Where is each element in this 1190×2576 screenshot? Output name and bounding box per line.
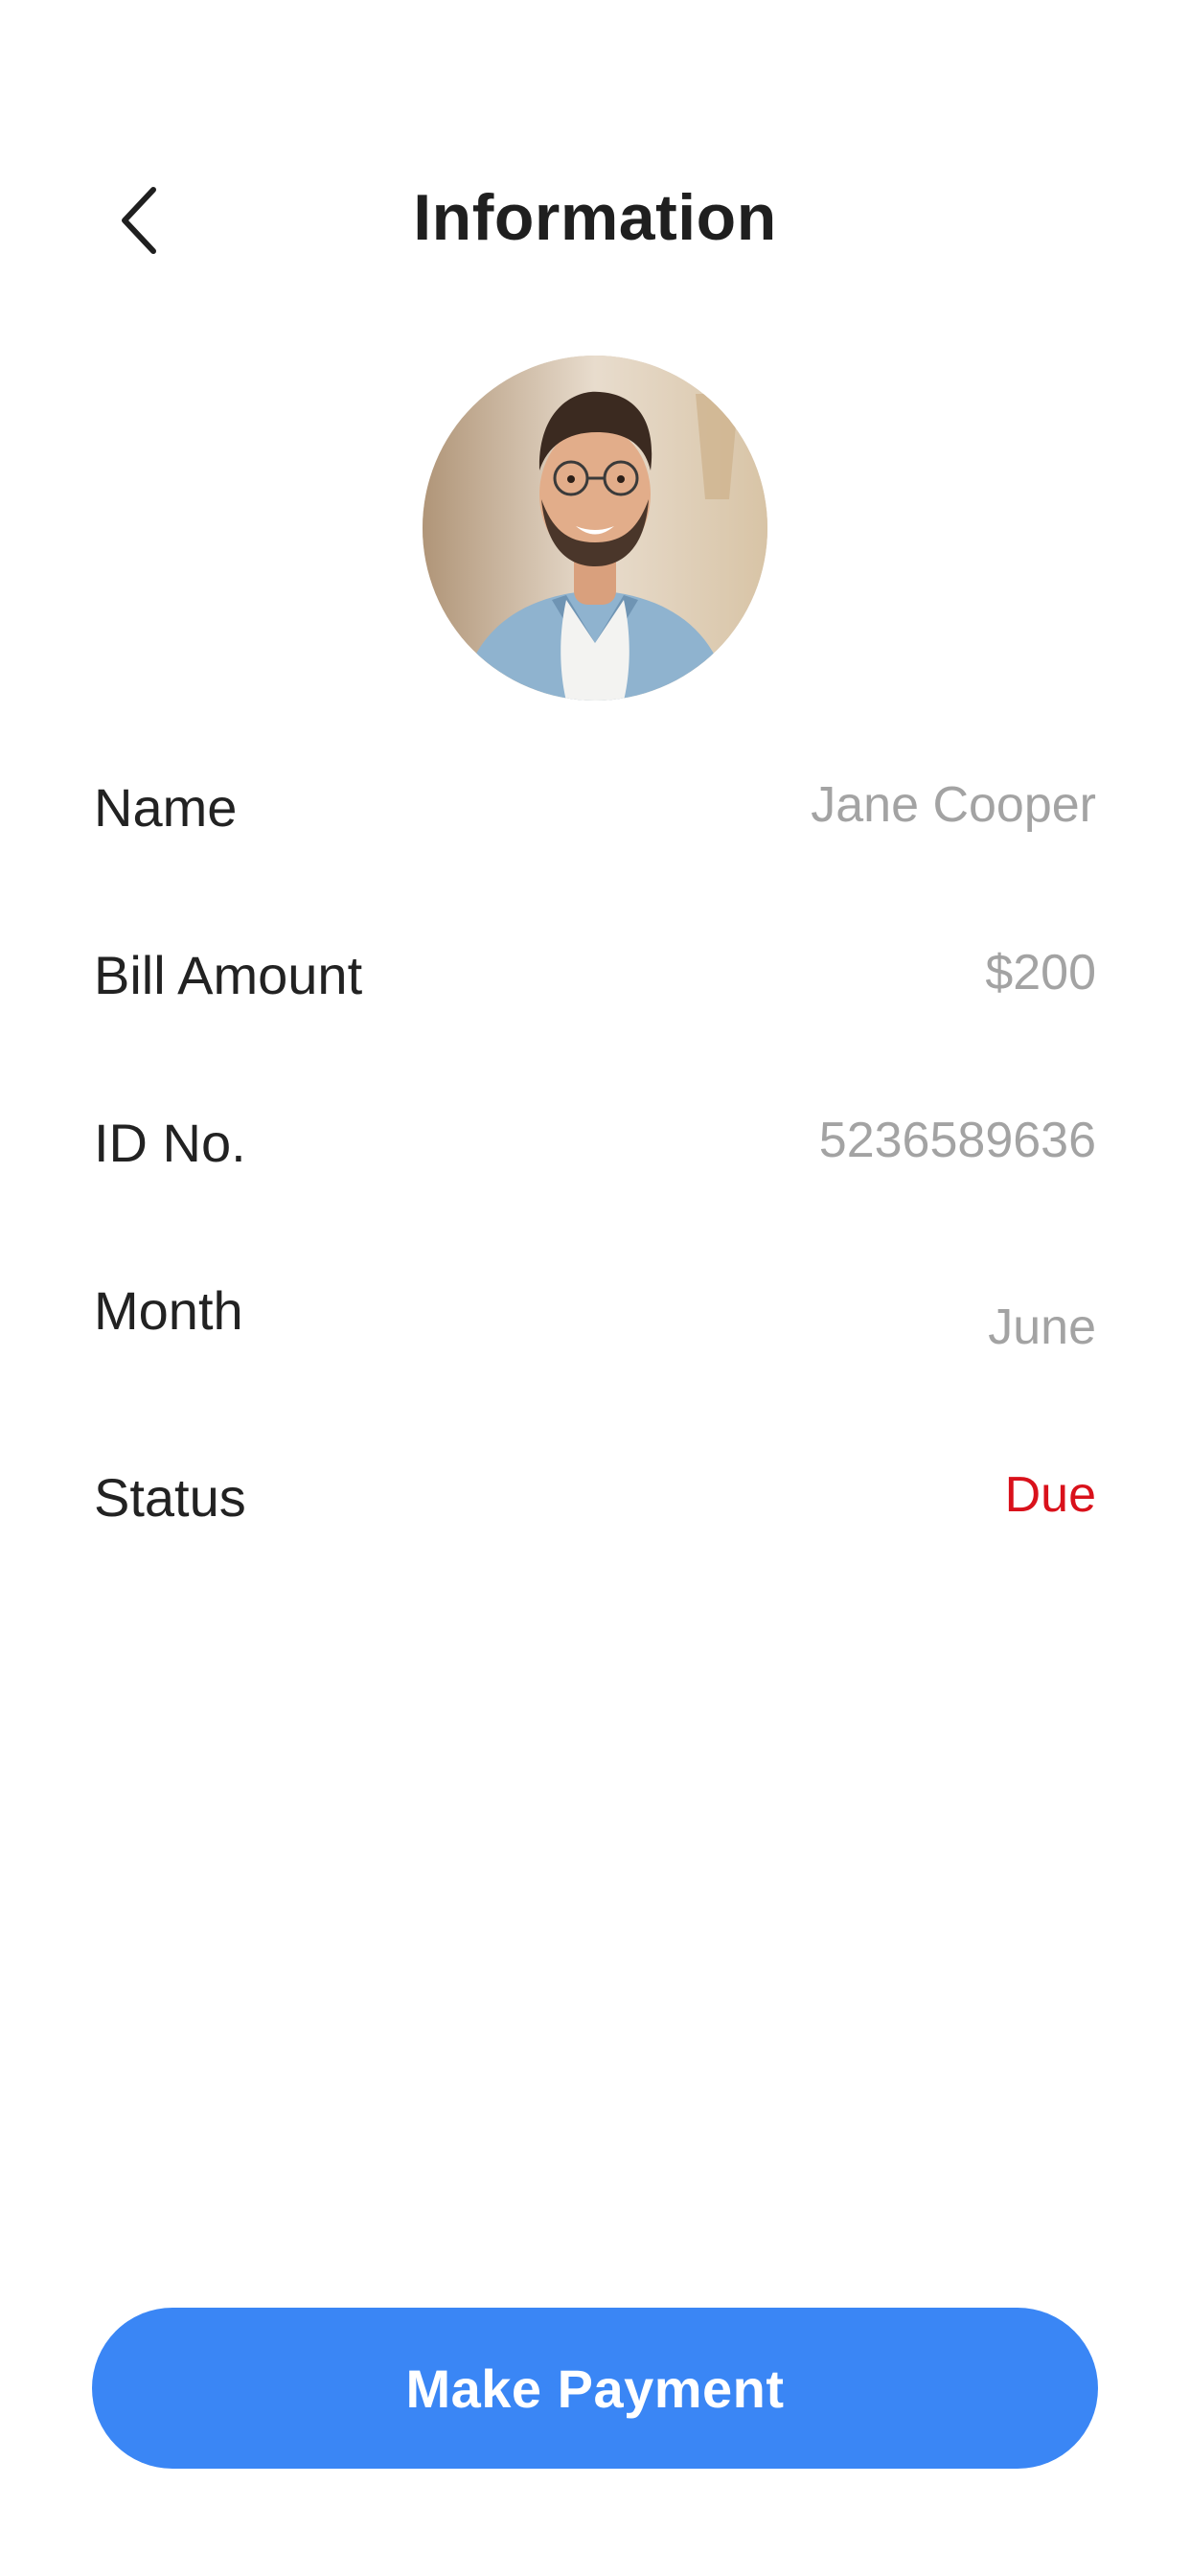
make-payment-button[interactable]: Make Payment xyxy=(92,2308,1098,2469)
id-no-value: 5236589636 xyxy=(818,1113,1096,1168)
month-label: Month xyxy=(94,1280,243,1341)
info-row-status: Status Due xyxy=(94,1466,1096,1572)
id-no-label: ID No. xyxy=(94,1113,246,1173)
name-value: Jane Cooper xyxy=(811,777,1096,833)
page-title: Information xyxy=(413,181,777,254)
profile-photo xyxy=(423,356,767,701)
status-label: Status xyxy=(94,1467,246,1528)
name-label: Name xyxy=(94,777,238,838)
month-value: June xyxy=(988,1300,1096,1355)
bill-amount-value: $200 xyxy=(985,945,1096,1000)
status-value: Due xyxy=(1004,1467,1096,1523)
info-row-bill-amount: Bill Amount $200 xyxy=(94,944,1096,1049)
info-row-month: Month June xyxy=(94,1279,1096,1433)
info-row-id-no: ID No. 5236589636 xyxy=(94,1112,1096,1217)
bill-amount-label: Bill Amount xyxy=(94,945,363,1005)
avatar xyxy=(423,356,767,701)
info-row-name: Name Jane Cooper xyxy=(94,776,1096,882)
header-bar: Information xyxy=(0,144,1190,297)
